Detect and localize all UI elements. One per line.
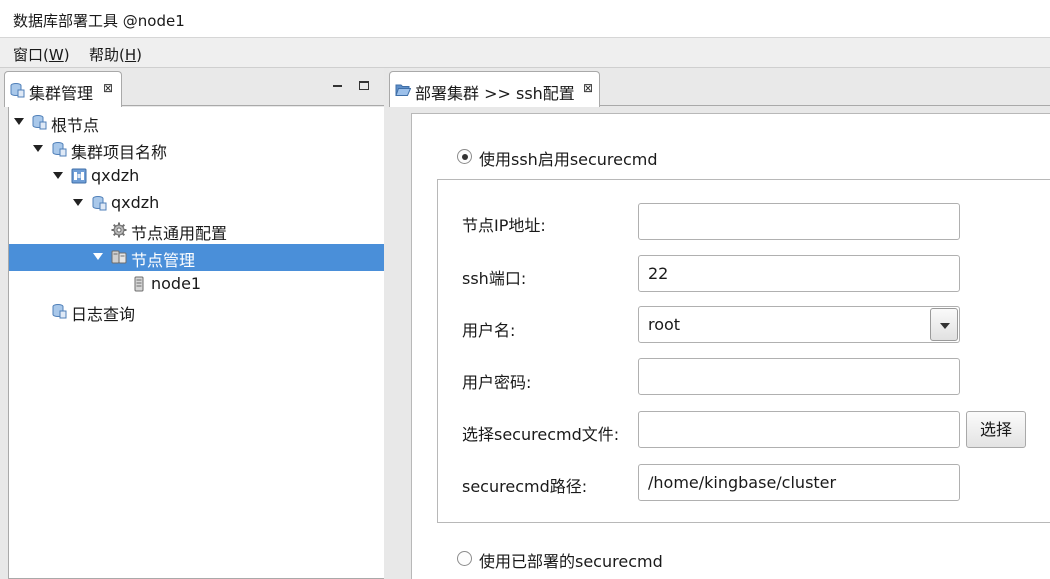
ssh-port-label: ssh端口: [462, 269, 527, 288]
tree-label: 节点通用配置 [131, 224, 228, 243]
ip-address-input[interactable] [638, 203, 960, 240]
ssh-config-editor: 部署集群 >> ssh配置 ⊠ 使用ssh启用securecmd 节点IP地址:… [389, 68, 1050, 579]
maximize-button[interactable] [356, 78, 372, 94]
ssh-settings-group: 节点IP地址: ssh端口: 22 用户名: root 用户密码: 选择secu… [437, 179, 1050, 523]
radio-label: 使用已部署的securecmd [479, 552, 663, 571]
minimize-icon [333, 85, 342, 87]
cluster-tree: 根节点 集群项目名称 qxdzh qxdzh 节点通用配置 节点管理 node1… [8, 107, 386, 579]
expand-arrow-icon[interactable] [14, 118, 24, 125]
ssh-port-input[interactable]: 22 [638, 255, 960, 292]
tree-label: 节点管理 [131, 251, 196, 270]
tab-cluster-management[interactable]: 集群管理 ⊠ [4, 71, 122, 107]
editor-tab-strip: 部署集群 >> ssh配置 ⊠ [389, 68, 1050, 107]
username-label: 用户名: [462, 321, 516, 340]
securecmd-path-label: securecmd路径: [462, 477, 588, 496]
expand-arrow-icon[interactable] [53, 172, 63, 179]
tree-item-node-common-config[interactable]: 节点通用配置 [9, 217, 385, 244]
username-value: root [648, 315, 681, 334]
tree-item-cluster-project[interactable]: 集群项目名称 [9, 136, 385, 163]
tree-label: 根节点 [51, 116, 100, 135]
editor-form: 使用ssh启用securecmd 节点IP地址: ssh端口: 22 用户名: … [411, 113, 1050, 579]
radio-button-checked[interactable] [457, 149, 472, 164]
tab-ssh-config[interactable]: 部署集群 >> ssh配置 ⊠ [389, 71, 600, 107]
tree-label: node1 [151, 274, 202, 293]
gear-icon [111, 222, 127, 238]
minimize-button[interactable] [330, 78, 346, 94]
close-icon[interactable]: ⊠ [103, 81, 113, 95]
database-icon [92, 196, 107, 211]
tree-item-qxdzh-db[interactable]: qxdzh [9, 190, 385, 217]
radio-button-unchecked[interactable] [457, 551, 472, 566]
browse-button[interactable]: 选择 [966, 411, 1026, 448]
ip-label: 节点IP地址: [462, 216, 546, 235]
tab-label: 集群管理 [29, 84, 94, 103]
chevron-down-icon [940, 323, 950, 329]
menu-help[interactable]: 帮助(H) [89, 44, 142, 65]
tree-item-root[interactable]: 根节点 [9, 109, 385, 136]
maximize-icon [359, 81, 369, 90]
tab-label: 部署集群 >> ssh配置 [415, 84, 575, 103]
securecmd-file-label: 选择securecmd文件: [462, 425, 620, 444]
menu-window[interactable]: 窗口(W) [13, 44, 70, 65]
username-combo[interactable]: root [638, 306, 960, 343]
tree-item-log-query[interactable]: 日志查询 [9, 298, 385, 325]
title-bar: 数据库部署工具 @node1 [0, 0, 1050, 38]
radio-label: 使用ssh启用securecmd [479, 150, 658, 169]
view-splitter[interactable] [384, 68, 388, 579]
tree-item-node1[interactable]: node1 [9, 271, 385, 298]
database-icon [10, 83, 25, 98]
server-nodes-icon [111, 250, 127, 264]
expand-arrow-icon[interactable] [93, 253, 103, 260]
tree-label: 集群项目名称 [71, 143, 168, 162]
securecmd-file-input[interactable] [638, 411, 960, 448]
tree-label: qxdzh [111, 193, 160, 212]
tree-item-qxdzh-cluster[interactable]: qxdzh [9, 163, 385, 190]
menu-bar: 窗口(W) 帮助(H) [0, 38, 1050, 68]
server-icon [134, 276, 144, 292]
window-title: 数据库部署工具 @node1 [13, 12, 185, 30]
dropdown-button[interactable] [930, 308, 958, 341]
cluster-management-view: 集群管理 ⊠ 根节点 集群项目名称 qxdzh qxdzh 节点通用配置 节点管… [4, 68, 386, 579]
folder-open-icon [395, 84, 411, 96]
database-icon [52, 142, 67, 157]
securecmd-path-input[interactable]: /home/kingbase/cluster [638, 464, 960, 501]
database-icon [32, 115, 47, 130]
close-icon[interactable]: ⊠ [583, 81, 593, 95]
tree-label: 日志查询 [71, 305, 136, 324]
password-input[interactable] [638, 358, 960, 395]
left-tab-strip: 集群管理 ⊠ [4, 68, 384, 107]
tree-item-node-management[interactable]: 节点管理 [9, 244, 385, 271]
expand-arrow-icon[interactable] [73, 199, 83, 206]
database-icon [52, 304, 67, 319]
tree-label: qxdzh [91, 166, 140, 185]
cluster-icon [71, 168, 87, 184]
password-label: 用户密码: [462, 373, 532, 392]
expand-arrow-icon[interactable] [33, 145, 43, 152]
